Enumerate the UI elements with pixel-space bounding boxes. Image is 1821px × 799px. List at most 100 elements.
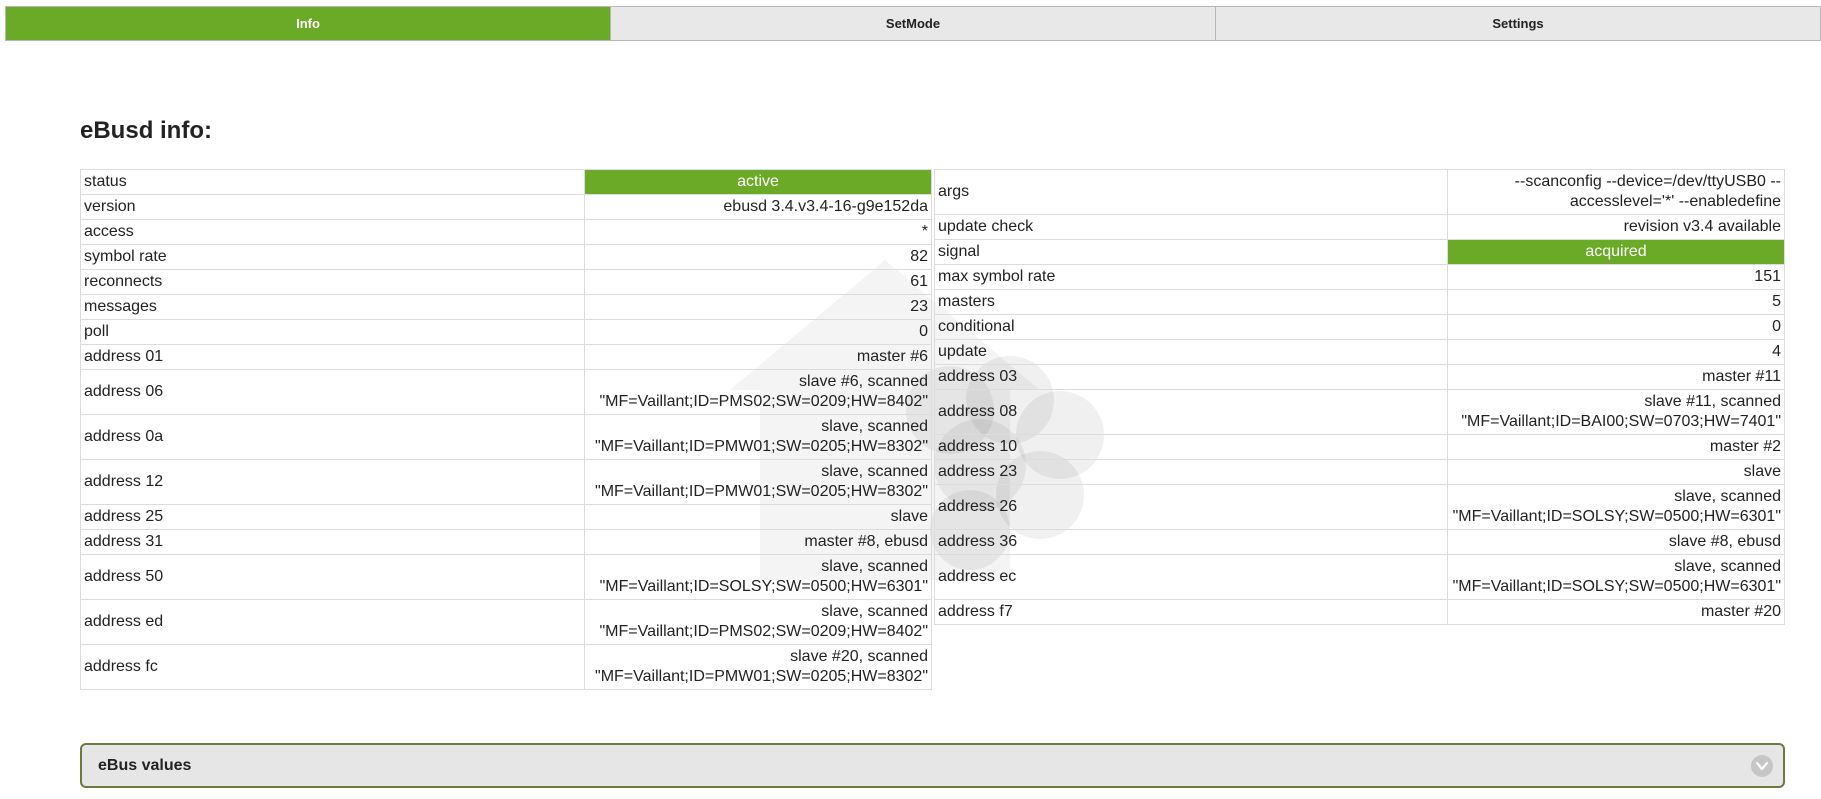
row-value: slave, scanned "MF=Vaillant;ID=SOLSY;SW=… xyxy=(584,554,932,600)
row-key: address 08 xyxy=(934,389,1448,435)
table-row: conditional 0 xyxy=(934,314,1785,340)
status-badge: active xyxy=(584,169,932,195)
row-key: address 12 xyxy=(80,459,585,505)
row-key: access xyxy=(80,219,585,245)
row-value: revision v3.4 available xyxy=(1447,214,1785,240)
row-key: symbol rate xyxy=(80,244,585,270)
row-value: slave #11, scanned "MF=Vaillant;ID=BAI00… xyxy=(1447,389,1785,435)
table-row: args --scanconfig --device=/dev/ttyUSB0 -… xyxy=(934,169,1785,215)
row-value: slave xyxy=(584,504,932,530)
table-row: address 26 slave, scanned "MF=Vaillant;ID… xyxy=(934,484,1785,530)
table-row: signal acquired xyxy=(934,239,1785,265)
table-row: address 23 slave xyxy=(934,459,1785,485)
row-key: version xyxy=(80,194,585,220)
row-key: address 26 xyxy=(934,484,1448,530)
top-tab-bar: Info SetMode Settings xyxy=(5,6,1821,41)
row-value: slave, scanned "MF=Vaillant;ID=SOLSY;SW=… xyxy=(1447,554,1785,600)
tab-info[interactable]: Info xyxy=(6,7,611,40)
row-key: conditional xyxy=(934,314,1448,340)
row-key: args xyxy=(934,169,1448,215)
table-row: address 08 slave #11, scanned "MF=Vaillan… xyxy=(934,389,1785,435)
row-key: address 06 xyxy=(80,369,585,415)
table-row: masters 5 xyxy=(934,289,1785,315)
row-value: 151 xyxy=(1447,264,1785,290)
row-value: slave #20, scanned "MF=Vaillant;ID=PMW01… xyxy=(584,644,932,690)
row-value: 5 xyxy=(1447,289,1785,315)
row-key: address 0a xyxy=(80,414,585,460)
row-key: address ed xyxy=(80,599,585,645)
table-row: reconnects 61 xyxy=(80,269,932,295)
row-value: master #2 xyxy=(1447,434,1785,460)
table-row: address 0a slave, scanned "MF=Vaillant;ID… xyxy=(80,414,932,460)
table-row: address f7 master #20 xyxy=(934,599,1785,625)
row-value: slave xyxy=(1447,459,1785,485)
table-row: poll 0 xyxy=(80,319,932,345)
row-key: address f7 xyxy=(934,599,1448,625)
row-key: messages xyxy=(80,294,585,320)
row-value: slave, scanned "MF=Vaillant;ID=PMS02;SW=… xyxy=(584,599,932,645)
info-table-left: status active version ebusd 3.4.v3.4-16-g9e… xyxy=(80,169,932,690)
row-value: 61 xyxy=(584,269,932,295)
ebus-values-accordion[interactable]: eBus values xyxy=(80,743,1785,788)
chevron-down-icon[interactable] xyxy=(1751,754,1773,777)
row-value: slave, scanned "MF=Vaillant;ID=PMW01;SW=… xyxy=(584,459,932,505)
row-value: master #6 xyxy=(584,344,932,370)
row-key: address 23 xyxy=(934,459,1448,485)
row-value: master #8, ebusd xyxy=(584,529,932,555)
table-row: status active xyxy=(80,169,932,195)
page-title: eBusd info: xyxy=(80,117,212,144)
table-row: address 31 master #8, ebusd xyxy=(80,529,932,555)
row-value: slave #8, ebusd xyxy=(1447,529,1785,555)
row-value: 82 xyxy=(584,244,932,270)
tab-setmode[interactable]: SetMode xyxy=(611,7,1216,40)
table-row: update 4 xyxy=(934,339,1785,365)
row-value: 0 xyxy=(1447,314,1785,340)
row-value: * xyxy=(584,219,932,245)
table-row: address ec slave, scanned "MF=Vaillant;ID… xyxy=(934,554,1785,600)
row-value: --scanconfig --device=/dev/ttyUSB0 --acc… xyxy=(1447,169,1785,215)
table-row: address ed slave, scanned "MF=Vaillant;ID… xyxy=(80,599,932,645)
table-row: version ebusd 3.4.v3.4-16-g9e152da xyxy=(80,194,932,220)
row-value: slave #6, scanned "MF=Vaillant;ID=PMS02;… xyxy=(584,369,932,415)
row-key: reconnects xyxy=(80,269,585,295)
row-key: poll xyxy=(80,319,585,345)
table-row: address fc slave #20, scanned "MF=Vaillan… xyxy=(80,644,932,690)
row-key: update check xyxy=(934,214,1448,240)
row-key: max symbol rate xyxy=(934,264,1448,290)
row-key: address 50 xyxy=(80,554,585,600)
table-row: address 12 slave, scanned "MF=Vaillant;ID… xyxy=(80,459,932,505)
table-row: address 06 slave #6, scanned "MF=Vaillant… xyxy=(80,369,932,415)
row-key: address 10 xyxy=(934,434,1448,460)
table-row: address 03 master #11 xyxy=(934,364,1785,390)
row-value: ebusd 3.4.v3.4-16-g9e152da xyxy=(584,194,932,220)
table-row: update check revision v3.4 available xyxy=(934,214,1785,240)
table-row: address 25 slave xyxy=(80,504,932,530)
row-key: status xyxy=(80,169,585,195)
row-value: 0 xyxy=(584,319,932,345)
row-value: 23 xyxy=(584,294,932,320)
row-key: address 36 xyxy=(934,529,1448,555)
row-value: master #11 xyxy=(1447,364,1785,390)
row-value: slave, scanned "MF=Vaillant;ID=SOLSY;SW=… xyxy=(1447,484,1785,530)
row-key: address ec xyxy=(934,554,1448,600)
table-row: max symbol rate 151 xyxy=(934,264,1785,290)
row-key: signal xyxy=(934,239,1448,265)
table-row: messages 23 xyxy=(80,294,932,320)
info-table-right: args --scanconfig --device=/dev/ttyUSB0 -… xyxy=(934,169,1785,625)
row-value: slave, scanned "MF=Vaillant;ID=PMW01;SW=… xyxy=(584,414,932,460)
row-key: masters xyxy=(934,289,1448,315)
row-value: 4 xyxy=(1447,339,1785,365)
accordion-label: eBus values xyxy=(98,756,192,774)
row-key: address 03 xyxy=(934,364,1448,390)
status-badge: acquired xyxy=(1447,239,1785,265)
row-key: address 25 xyxy=(80,504,585,530)
table-row: symbol rate 82 xyxy=(80,244,932,270)
table-row: address 01 master #6 xyxy=(80,344,932,370)
row-key: address fc xyxy=(80,644,585,690)
table-row: address 36 slave #8, ebusd xyxy=(934,529,1785,555)
row-key: address 01 xyxy=(80,344,585,370)
table-row: access * xyxy=(80,219,932,245)
row-key: update xyxy=(934,339,1448,365)
tab-settings[interactable]: Settings xyxy=(1216,7,1820,40)
row-value: master #20 xyxy=(1447,599,1785,625)
